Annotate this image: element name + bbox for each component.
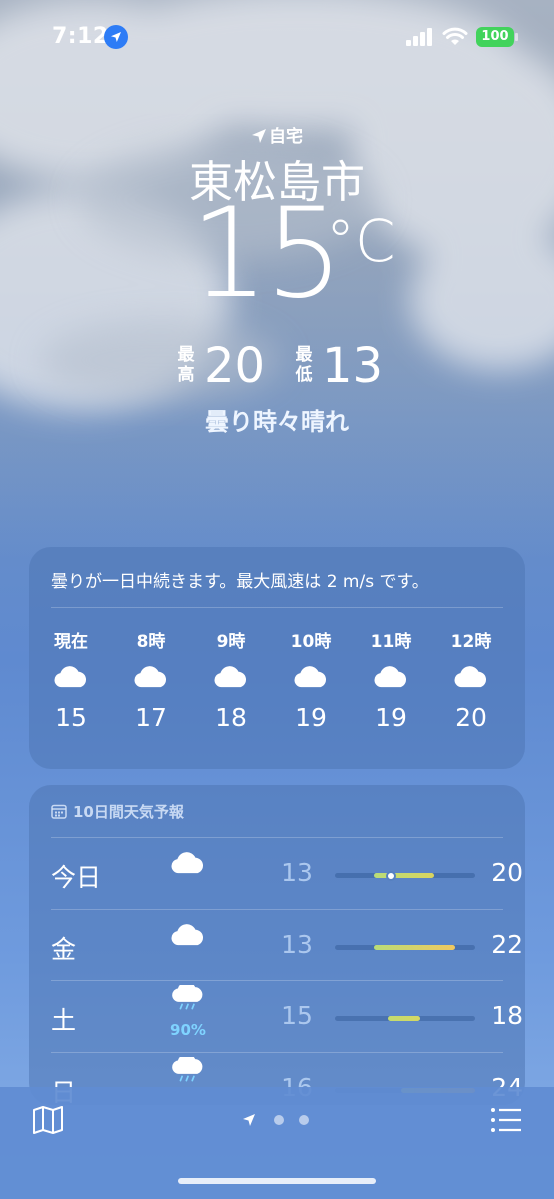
hour-column: 11時 19	[356, 627, 426, 732]
divider	[51, 607, 503, 608]
status-bar: 7:12 100	[0, 0, 554, 72]
calendar-icon	[51, 804, 67, 819]
day-row[interactable]: 土 90% 15 18	[51, 981, 523, 1052]
forecast-summary: 曇りが一日中続きます。最大風速は 2 m/s です。	[51, 572, 429, 592]
cloud-rain-icon: 90%	[163, 981, 213, 1039]
hour-temperature: 17	[135, 703, 167, 732]
cloud-icon	[276, 651, 346, 703]
current-temperature-marker	[386, 870, 396, 881]
cloud-icon	[163, 852, 213, 904]
hour-temperature: 20	[455, 703, 487, 732]
hour-label: 8時	[136, 632, 166, 652]
page-indicator[interactable]	[242, 1113, 322, 1127]
wifi-icon	[442, 27, 468, 45]
cloud-icon	[196, 651, 266, 703]
precipitation-chance: 90%	[170, 1021, 206, 1039]
temperature-range-bar	[335, 1016, 475, 1021]
temperature-range-bar	[335, 870, 475, 881]
current-temperature: 15	[190, 182, 344, 326]
location-services-icon	[104, 25, 128, 49]
temperature-range-fill	[374, 873, 435, 878]
cellular-signal-icon	[406, 28, 432, 46]
cloud-icon	[356, 651, 426, 703]
page-dot	[274, 1115, 284, 1125]
high-low: 最高 20 最低 13	[0, 340, 554, 396]
location-name: 自宅	[269, 127, 303, 147]
high-temperature: 18	[491, 1001, 523, 1030]
temperature-range-fill	[388, 1016, 421, 1021]
high-temperature: 22	[491, 929, 523, 959]
map-icon[interactable]	[32, 1105, 64, 1135]
battery-tip	[515, 33, 518, 41]
status-time: 7:12	[52, 24, 109, 49]
day-name: 金	[51, 934, 77, 964]
hour-column: 10時 19	[276, 627, 346, 732]
temperature-unit: °C	[326, 207, 396, 275]
hour-label: 現在	[54, 632, 88, 652]
day-name: 今日	[51, 863, 102, 892]
high-temperature: 20	[491, 858, 523, 887]
hour-label: 10時	[290, 632, 332, 652]
day-name: 土	[51, 1006, 77, 1035]
ten-day-forecast-card[interactable]: 10日間天気予報 今日1320金1322土90%1518日1624	[29, 785, 525, 1105]
condition-text: 曇り時々晴れ	[205, 408, 349, 436]
location-arrow-icon	[243, 1114, 255, 1126]
temperature-range-bar	[335, 944, 475, 950]
page-dot	[299, 1115, 309, 1125]
list-icon[interactable]	[490, 1107, 522, 1133]
hour-column: 現在 15	[36, 627, 106, 732]
hour-column: 9時 18	[196, 627, 266, 732]
hour-column: 8時 17	[116, 627, 186, 732]
ten-day-title: 10日間天気予報	[73, 803, 184, 821]
location-arrow-icon	[252, 129, 266, 143]
hourly-forecast-card[interactable]: 曇りが一日中続きます。最大風速は 2 m/s です。 現在 15 8時 17 9時 18 1…	[29, 547, 525, 769]
hour-column: 12時 20	[436, 627, 506, 732]
hour-label: 9時	[216, 632, 246, 652]
cloud-icon	[116, 651, 186, 703]
hour-temperature: 15	[55, 703, 87, 732]
low-temperature: 13	[281, 929, 313, 959]
hour-temperature: 19	[295, 703, 327, 732]
ten-day-header: 10日間天気予報	[51, 801, 184, 822]
cloud-icon	[36, 651, 106, 703]
home-indicator[interactable]	[178, 1178, 376, 1184]
low-temperature: 13	[322, 338, 384, 394]
hour-temperature: 18	[215, 703, 247, 732]
high-label: 最高	[177, 345, 195, 385]
hour-label: 12時	[450, 632, 492, 652]
cloud-icon	[163, 923, 213, 976]
day-row[interactable]: 今日 13 20	[51, 838, 523, 909]
location-label: 自宅	[0, 122, 554, 147]
hour-label: 11時	[370, 632, 412, 652]
high-temperature: 20	[204, 338, 266, 394]
low-temperature: 13	[281, 858, 313, 887]
temperature-range-fill	[374, 944, 456, 950]
day-row[interactable]: 金 13 22	[51, 910, 523, 981]
hour-temperature: 19	[375, 703, 407, 732]
battery-indicator: 100	[476, 27, 514, 47]
cloud-icon	[436, 651, 506, 703]
low-label: 最低	[295, 345, 313, 385]
low-temperature: 15	[281, 1001, 313, 1030]
